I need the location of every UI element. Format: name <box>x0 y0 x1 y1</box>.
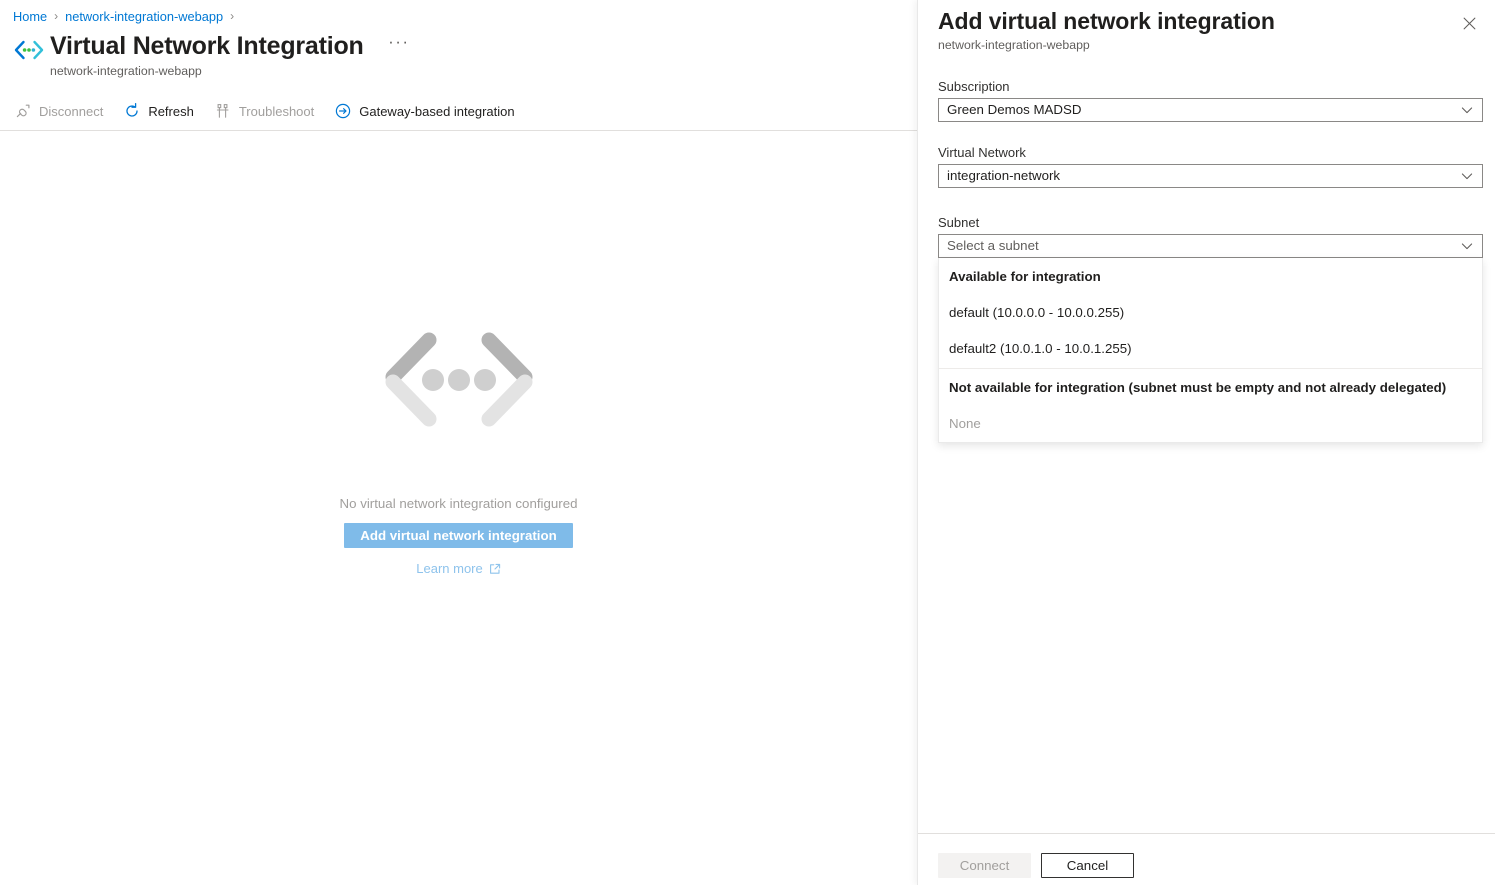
refresh-icon <box>123 102 141 120</box>
panel-title: Add virtual network integration <box>938 8 1275 34</box>
learn-more-link[interactable]: Learn more <box>416 561 500 576</box>
subscription-dropdown[interactable]: Green Demos MADSD <box>938 98 1483 122</box>
learn-more-label: Learn more <box>416 561 483 576</box>
breadcrumb-item-home[interactable]: Home <box>13 9 47 24</box>
vnet-integration-icon <box>12 36 46 70</box>
panel-footer-divider <box>918 833 1495 834</box>
breadcrumb: Home › network-integration-webapp › <box>13 6 241 26</box>
subnet-option-none: None <box>949 416 981 431</box>
subscription-label: Subscription <box>938 79 1010 94</box>
subnet-option-default2[interactable]: default2 (10.0.1.0 - 10.0.1.255) <box>939 331 1482 367</box>
command-refresh[interactable]: Refresh <box>121 97 204 125</box>
main-blade: Home › network-integration-webapp › Virt… <box>0 0 917 885</box>
command-label: Refresh <box>148 103 194 119</box>
empty-state: No virtual network integration configure… <box>0 330 917 576</box>
command-label: Gateway-based integration <box>359 103 515 119</box>
arrow-right-circle-icon <box>334 102 352 120</box>
subnet-option-default[interactable]: default (10.0.0.0 - 10.0.0.255) <box>939 295 1482 331</box>
option-group-header-not-available: Not available for integration (subnet mu… <box>949 380 1447 395</box>
breadcrumb-item-webapp[interactable]: network-integration-webapp <box>65 9 223 24</box>
chevron-down-icon <box>1460 239 1474 253</box>
blade-title-row: Virtual Network Integration ··· network-… <box>12 30 410 79</box>
page-subtitle: network-integration-webapp <box>50 64 202 78</box>
command-label: Disconnect <box>39 103 104 119</box>
breadcrumb-separator-icon: › <box>54 9 59 23</box>
angle-brackets-dots-icon <box>371 330 547 442</box>
option-group-header-available: Available for integration <box>949 269 1101 284</box>
cancel-button[interactable]: Cancel <box>1041 853 1134 878</box>
add-virtual-network-integration-button[interactable]: Add virtual network integration <box>344 523 573 548</box>
troubleshoot-icon <box>214 102 232 120</box>
title-block: Virtual Network Integration ··· network-… <box>50 30 410 79</box>
panel-footer: Connect Cancel <box>938 853 1134 878</box>
panel-subtitle: network-integration-webapp <box>938 38 1090 52</box>
close-icon[interactable] <box>1453 7 1485 39</box>
subnet-options-callout: Available for integration default (10.0.… <box>938 258 1483 443</box>
disconnect-icon <box>14 102 32 120</box>
breadcrumb-separator-icon: › <box>230 9 235 23</box>
command-disconnect: Disconnect <box>12 97 113 125</box>
subnet-value: Select a subnet <box>947 238 1039 253</box>
portal-root: Home › network-integration-webapp › Virt… <box>0 0 1495 885</box>
command-gateway-based-integration[interactable]: Gateway-based integration <box>332 97 524 125</box>
command-bar-divider <box>0 130 917 131</box>
virtual-network-value: integration-network <box>947 168 1061 183</box>
command-troubleshoot: Troubleshoot <box>212 97 324 125</box>
empty-state-message: No virtual network integration configure… <box>339 496 578 511</box>
subnet-dropdown[interactable]: Select a subnet <box>938 234 1483 258</box>
chevron-down-icon <box>1460 103 1474 117</box>
more-actions-button[interactable]: ··· <box>388 31 409 53</box>
chevron-down-icon <box>1460 169 1474 183</box>
virtual-network-dropdown[interactable]: integration-network <box>938 164 1483 188</box>
connect-button[interactable]: Connect <box>938 853 1031 878</box>
command-bar: Disconnect Refresh Troubleshoot Gateway-… <box>12 97 533 125</box>
command-label: Troubleshoot <box>238 103 315 119</box>
page-title: Virtual Network Integration <box>50 32 364 60</box>
external-link-icon <box>489 563 501 575</box>
subscription-value: Green Demos MADSD <box>947 102 1082 117</box>
virtual-network-label: Virtual Network <box>938 145 1026 160</box>
subnet-label: Subnet <box>938 215 980 230</box>
add-virtual-network-integration-panel: Add virtual network integration network-… <box>917 0 1495 885</box>
